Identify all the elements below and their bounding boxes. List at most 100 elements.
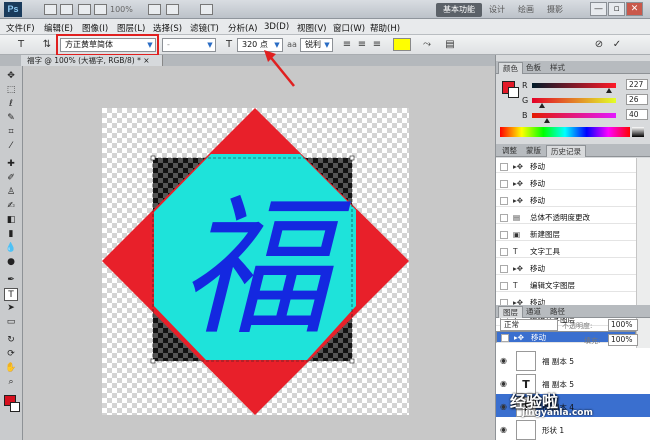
blur-tool-icon[interactable]: 💧 — [4, 242, 18, 255]
history-item[interactable]: T 编辑文字图层 — [496, 280, 636, 292]
gradient-tool-icon[interactable]: ▮ — [4, 228, 18, 241]
document-tab[interactable]: 福字 @ 100% (大福字, RGB/8) * × — [21, 55, 163, 66]
history-item[interactable]: T 文字工具 — [496, 246, 636, 258]
marquee-tool-icon[interactable]: ⬚ — [4, 84, 18, 97]
3d-rotate-tool-icon[interactable]: ↻ — [4, 334, 18, 347]
tab-layers[interactable]: 图层 — [498, 306, 523, 318]
r-value-input[interactable]: 227 — [626, 79, 648, 90]
type-tool-icon[interactable]: T — [4, 288, 18, 301]
history-source-checkbox[interactable] — [500, 231, 508, 239]
3d-orbit-tool-icon[interactable]: ⟳ — [4, 348, 18, 361]
warp-text-icon[interactable]: ⤳ — [420, 38, 434, 52]
background-color-swatch[interactable] — [10, 402, 20, 412]
document-canvas[interactable]: 福 — [102, 108, 409, 415]
zoom-level[interactable]: 100% — [110, 5, 133, 14]
slider-marker[interactable] — [539, 103, 545, 108]
menu-edit[interactable]: 编辑(E) — [44, 22, 73, 34]
text-color-swatch[interactable] — [393, 38, 411, 51]
hand-tool-icon[interactable] — [78, 4, 91, 15]
history-item[interactable]: ▸✥ 移动 — [496, 161, 636, 173]
tab-masks[interactable]: 蒙版 — [522, 145, 545, 157]
menu-window[interactable]: 窗口(W) — [333, 22, 365, 34]
bridge-icon[interactable] — [44, 4, 57, 15]
slider-marker[interactable] — [606, 88, 612, 93]
menu-filter[interactable]: 滤镜(T) — [190, 22, 219, 34]
quick-select-tool-icon[interactable]: ✎ — [4, 112, 18, 125]
history-scrollbar[interactable] — [636, 158, 650, 352]
close-button[interactable]: ✕ — [626, 2, 643, 16]
align-right-icon[interactable]: ≡ — [370, 38, 384, 52]
tab-history[interactable]: 历史记录 — [546, 145, 586, 157]
pen-tool-icon[interactable]: ✒ — [4, 274, 18, 287]
minimize-button[interactable]: — — [590, 2, 607, 16]
commit-icon[interactable]: ✓ — [610, 38, 624, 52]
history-item[interactable]: ▸✥ 移动 — [496, 195, 636, 207]
menu-view[interactable]: 视图(V) — [297, 22, 326, 34]
close-icon[interactable]: × — [143, 56, 149, 65]
transform-handle[interactable] — [349, 155, 355, 161]
view-extras-icon[interactable] — [148, 4, 161, 15]
zoom-tool-icon[interactable]: ⌕ — [4, 376, 18, 389]
menu-help[interactable]: 帮助(H) — [370, 22, 400, 34]
restore-button[interactable]: ▫ — [608, 2, 625, 16]
slider-marker[interactable] — [544, 118, 550, 123]
tab-adjustments[interactable]: 调整 — [498, 145, 521, 157]
character-panel-icon[interactable]: ▤ — [443, 38, 457, 52]
history-source-checkbox[interactable] — [500, 265, 508, 273]
transform-handle[interactable] — [150, 358, 156, 364]
antialias-select[interactable]: 锐利 ▼ — [300, 38, 333, 52]
menu-image[interactable]: 图像(I) — [82, 22, 108, 34]
opacity-input[interactable]: 100% — [608, 319, 638, 331]
dodge-tool-icon[interactable]: ● — [4, 256, 18, 269]
align-center-icon[interactable]: ≡ — [355, 38, 369, 52]
history-source-checkbox[interactable] — [500, 282, 508, 290]
menu-3d[interactable]: 3D(D) — [264, 22, 289, 32]
fill-input[interactable]: 100% — [608, 334, 638, 346]
arrange-documents-icon[interactable] — [166, 4, 179, 15]
menu-analysis[interactable]: 分析(A) — [228, 22, 257, 34]
eye-icon[interactable]: ◉ — [500, 425, 507, 434]
screen-mode-icon[interactable] — [200, 4, 213, 15]
type-tool-preset-icon[interactable]: T — [14, 38, 28, 52]
transform-handle[interactable] — [349, 358, 355, 364]
g-value-input[interactable]: 26 — [626, 94, 648, 105]
align-left-icon[interactable]: ≡ — [340, 38, 354, 52]
history-item[interactable]: ▸✥ 移动 — [496, 178, 636, 190]
eye-icon[interactable]: ◉ — [500, 402, 507, 411]
mini-bridge-icon[interactable] — [60, 4, 73, 15]
history-item[interactable]: ▤ 总体不透明度更改 — [496, 212, 636, 224]
menu-select[interactable]: 选择(S) — [153, 22, 182, 34]
eye-icon[interactable]: ◉ — [500, 379, 507, 388]
move-tool-icon[interactable]: ✥ — [4, 70, 18, 83]
cancel-icon[interactable]: ⊘ — [592, 38, 606, 52]
menu-layer[interactable]: 图层(L) — [117, 22, 145, 34]
history-source-checkbox[interactable] — [501, 334, 509, 342]
crop-tool-icon[interactable]: ⌗ — [4, 126, 18, 139]
eye-icon[interactable]: ◉ — [500, 356, 507, 365]
bw-ramp[interactable] — [632, 127, 644, 137]
blend-mode-select[interactable]: 正常 — [500, 319, 558, 331]
history-source-checkbox[interactable] — [500, 163, 508, 171]
healing-tool-icon[interactable]: ✚ — [4, 158, 18, 171]
eyedropper-tool-icon[interactable]: ⁄ — [4, 140, 18, 153]
b-value-input[interactable]: 40 — [626, 109, 648, 120]
text-orientation-icon[interactable]: ⇅ — [40, 38, 54, 52]
tab-paths[interactable]: 路径 — [546, 306, 569, 318]
workspace-photography-button[interactable]: 摄影 — [541, 3, 569, 17]
tab-channels[interactable]: 通道 — [522, 306, 545, 318]
workspace-painting-button[interactable]: 绘画 — [512, 3, 540, 17]
zoom-tool-icon[interactable] — [94, 4, 107, 15]
font-style-select[interactable]: - ▼ — [162, 38, 216, 52]
hand-tool-icon[interactable]: ✋ — [4, 362, 18, 375]
clone-stamp-tool-icon[interactable]: ♙ — [4, 186, 18, 199]
history-source-checkbox[interactable] — [500, 197, 508, 205]
history-source-checkbox[interactable] — [500, 248, 508, 256]
history-source-checkbox[interactable] — [500, 214, 508, 222]
color-spectrum-bar[interactable] — [500, 127, 630, 137]
history-item[interactable]: ▣ 新建图层 — [496, 229, 636, 241]
brush-tool-icon[interactable]: ✐ — [4, 172, 18, 185]
tab-swatches[interactable]: 色板 — [522, 62, 545, 74]
transform-handle[interactable] — [150, 155, 156, 161]
layer-row[interactable]: ◉ 形状 1 — [496, 417, 650, 440]
workspace-basic-button[interactable]: 基本功能 — [436, 3, 482, 17]
